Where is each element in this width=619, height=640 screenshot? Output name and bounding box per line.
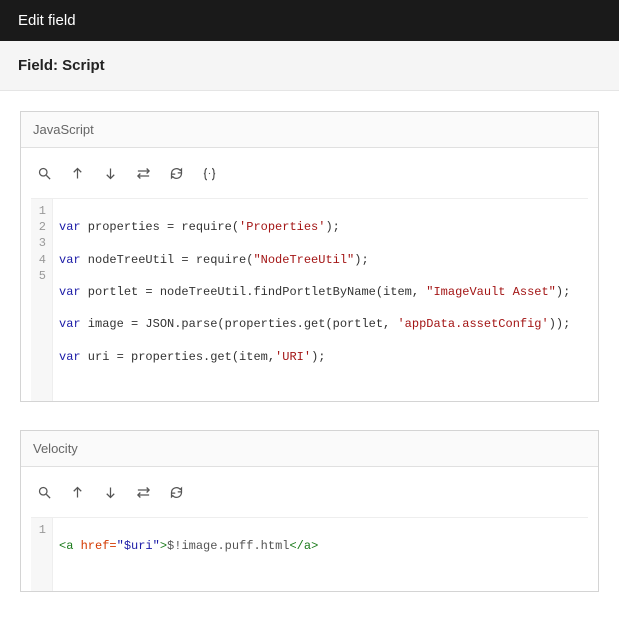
line-number: 4	[35, 252, 46, 268]
indent-icon[interactable]	[202, 166, 217, 184]
code-line: var properties = require('Properties');	[59, 219, 582, 235]
code-line: <a href="$uri">$!image.puff.html</a>	[59, 538, 582, 554]
search-icon[interactable]	[37, 166, 52, 184]
refresh-icon[interactable]	[169, 485, 184, 503]
line-number: 1	[35, 522, 46, 538]
window-header: Edit field	[0, 0, 619, 41]
vel-gutter: 1	[31, 518, 53, 591]
line-number: 2	[35, 219, 46, 235]
line-number: 3	[35, 235, 46, 251]
panel-velocity-body: 1 <a href="$uri">$!image.puff.html</a>	[21, 467, 598, 591]
code-line: var image = JSON.parse(properties.get(po…	[59, 316, 582, 332]
js-code[interactable]: var properties = require('Properties'); …	[53, 199, 588, 401]
arrow-up-icon[interactable]	[70, 485, 85, 503]
js-toolbar	[31, 158, 588, 198]
panel-velocity: Velocity 1 <a href="$uri">$!image.puff.h…	[20, 430, 599, 592]
arrow-down-icon[interactable]	[103, 166, 118, 184]
code-line: var uri = properties.get(item,'URI');	[59, 349, 582, 365]
line-number: 5	[35, 268, 46, 284]
js-editor[interactable]: 1 2 3 4 5 var properties = require('Prop…	[31, 198, 588, 401]
code-line: var nodeTreeUtil = require("NodeTreeUtil…	[59, 252, 582, 268]
panel-velocity-title: Velocity	[21, 431, 598, 467]
code-line: var portlet = nodeTreeUtil.findPortletBy…	[59, 284, 582, 300]
section-subheader: Field: Script	[0, 41, 619, 91]
window-title: Edit field	[18, 12, 76, 29]
vel-toolbar	[31, 477, 588, 517]
swap-icon[interactable]	[136, 485, 151, 503]
arrow-down-icon[interactable]	[103, 485, 118, 503]
content-area: JavaScript 1 2 3 4 5 var properties = re…	[0, 91, 619, 640]
refresh-icon[interactable]	[169, 166, 184, 184]
line-number: 1	[35, 203, 46, 219]
js-gutter: 1 2 3 4 5	[31, 199, 53, 401]
arrow-up-icon[interactable]	[70, 166, 85, 184]
vel-code[interactable]: <a href="$uri">$!image.puff.html</a>	[53, 518, 588, 591]
section-title: Field: Script	[18, 57, 105, 74]
search-icon[interactable]	[37, 485, 52, 503]
vel-editor[interactable]: 1 <a href="$uri">$!image.puff.html</a>	[31, 517, 588, 591]
panel-javascript-body: 1 2 3 4 5 var properties = require('Prop…	[21, 148, 598, 401]
panel-javascript-title: JavaScript	[21, 112, 598, 148]
panel-javascript: JavaScript 1 2 3 4 5 var properties = re…	[20, 111, 599, 402]
swap-icon[interactable]	[136, 166, 151, 184]
